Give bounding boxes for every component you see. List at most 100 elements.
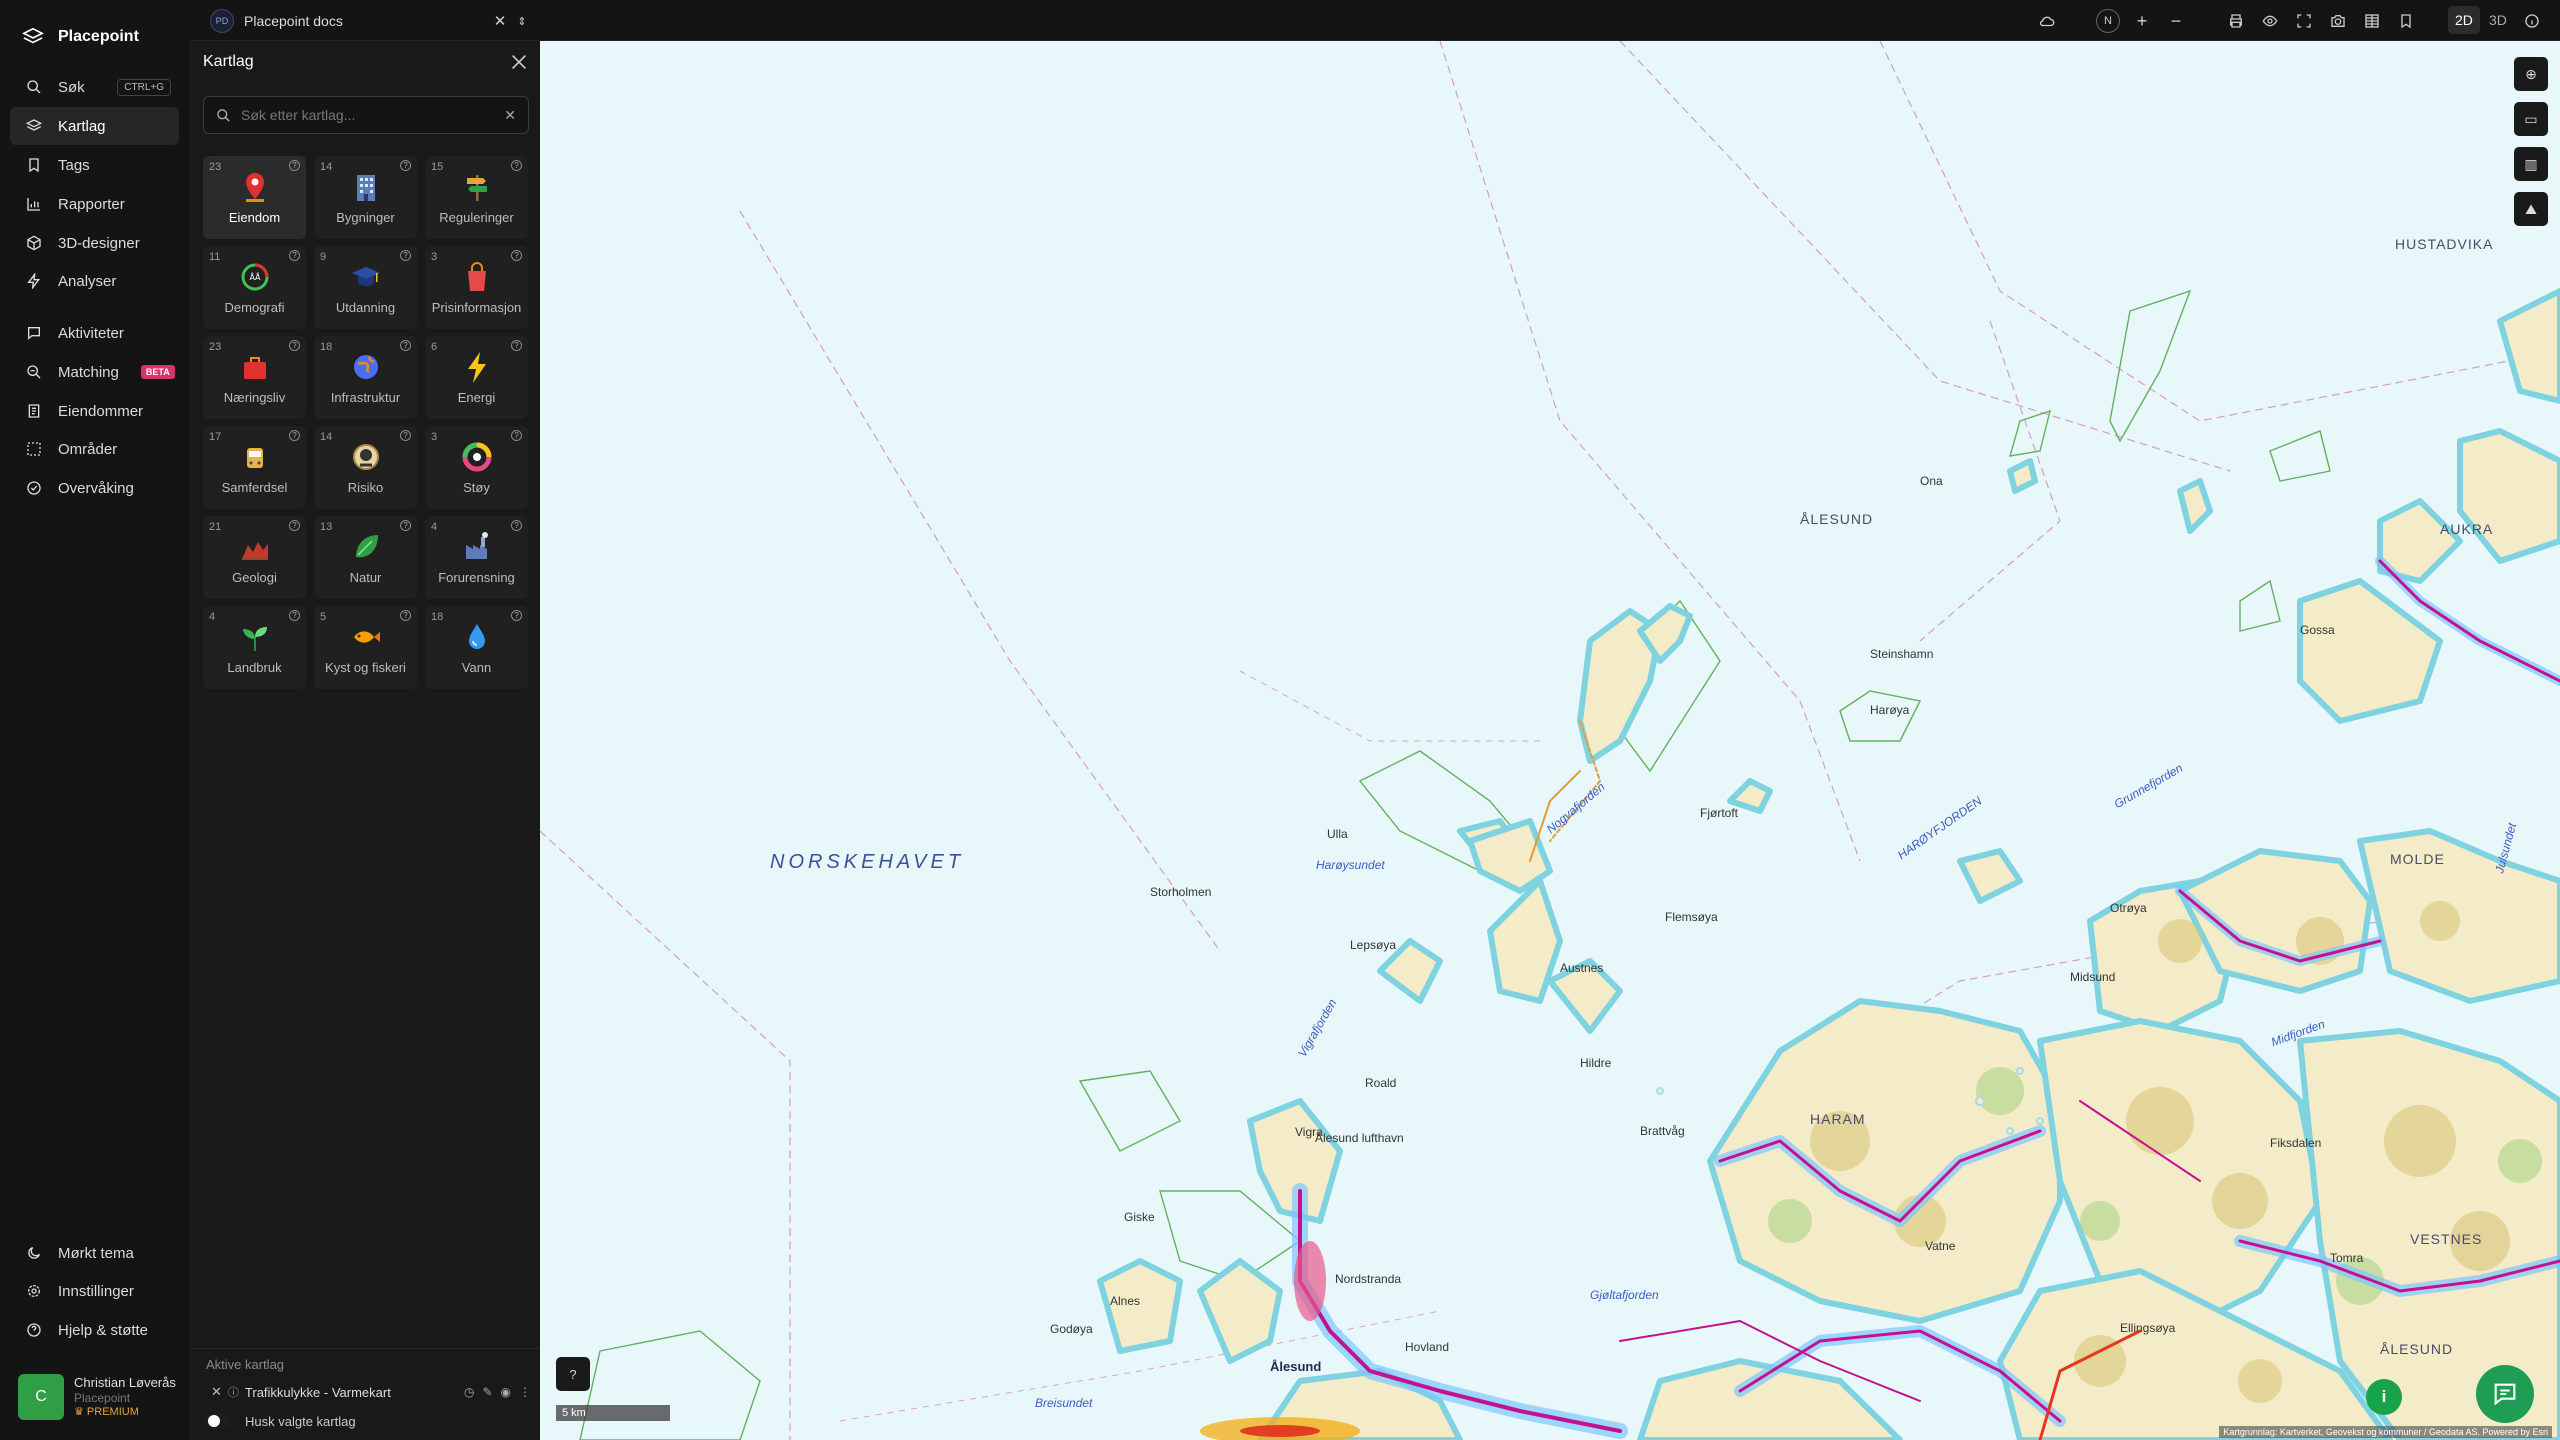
nav-item-kartlag[interactable]: Kartlag bbox=[10, 107, 179, 145]
info-icon[interactable]: ? bbox=[289, 520, 300, 531]
info-icon[interactable]: ? bbox=[511, 340, 522, 351]
chevron-updown-icon[interactable]: ⇕ bbox=[510, 9, 534, 33]
layer-category-risiko[interactable]: 14? Risiko bbox=[314, 426, 417, 509]
user-profile[interactable]: C Christian Løverås Placepoint ♛ PREMIUM bbox=[18, 1372, 183, 1422]
panel-title: Kartlag bbox=[203, 53, 254, 70]
clear-search-icon[interactable]: ✕ bbox=[504, 107, 516, 124]
nav-item-settings[interactable]: Innstillinger bbox=[10, 1272, 179, 1310]
bookmark-icon[interactable] bbox=[2394, 9, 2418, 33]
clock-icon[interactable]: ◷ bbox=[464, 1385, 474, 1399]
info-icon[interactable]: ? bbox=[289, 160, 300, 171]
map-canvas[interactable] bbox=[540, 41, 2560, 1440]
measure-icon[interactable]: ▭ bbox=[2514, 102, 2548, 136]
map-info-button[interactable]: i bbox=[2366, 1379, 2402, 1415]
grid-icon[interactable] bbox=[2360, 9, 2384, 33]
nav-item-matching[interactable]: Matching BETA bbox=[10, 353, 179, 391]
layer-category-støy[interactable]: 3? Støy bbox=[425, 426, 528, 509]
map-label: Fiksdalen bbox=[2270, 1136, 2322, 1150]
remember-layers-toggle[interactable] bbox=[205, 1413, 231, 1429]
layer-search-input[interactable] bbox=[241, 107, 495, 123]
layer-category-demografi[interactable]: 11? ÅÅ Demografi bbox=[203, 246, 306, 329]
legend-help-icon[interactable]: ? bbox=[556, 1357, 590, 1391]
layer-category-kyst-og-fiskeri[interactable]: 5? Kyst og fiskeri bbox=[314, 606, 417, 689]
nav-item-3d-designer[interactable]: 3D-designer bbox=[10, 224, 179, 262]
info-icon[interactable]: ? bbox=[400, 160, 411, 171]
layer-count: 15 bbox=[431, 161, 444, 173]
info-icon[interactable]: ? bbox=[289, 610, 300, 621]
info-icon[interactable]: ? bbox=[511, 610, 522, 621]
nav-item-search[interactable]: Søk CTRL+G bbox=[10, 68, 179, 106]
info-icon[interactable]: ? bbox=[400, 430, 411, 441]
map-label: NORSKEHAVET bbox=[770, 851, 965, 873]
layer-search[interactable]: ✕ bbox=[203, 96, 529, 134]
layer-category-vann[interactable]: 18? Vann bbox=[425, 606, 528, 689]
sprout-icon bbox=[242, 627, 267, 651]
nav-item-overvaking[interactable]: Overvåking bbox=[10, 469, 179, 507]
nav-item-analyser[interactable]: Analyser bbox=[10, 262, 179, 300]
layer-category-infrastruktur[interactable]: 18? Infrastruktur bbox=[314, 336, 417, 419]
nav-item-rapporter[interactable]: Rapporter bbox=[10, 185, 179, 223]
layer-category-geologi[interactable]: 21? Geologi bbox=[203, 516, 306, 599]
visibility-icon[interactable]: ◉ bbox=[501, 1385, 511, 1399]
info-icon[interactable]: ? bbox=[511, 250, 522, 261]
layer-category-bygninger[interactable]: 14? Bygninger bbox=[314, 156, 417, 239]
chat-support-button[interactable] bbox=[2476, 1365, 2534, 1423]
info-icon[interactable]: ? bbox=[289, 430, 300, 441]
layer-category-forurensning[interactable]: 4? Forurensning bbox=[425, 516, 528, 599]
weather-icon[interactable] bbox=[2035, 9, 2059, 33]
print-icon[interactable] bbox=[2224, 9, 2248, 33]
info-icon[interactable]: ? bbox=[400, 250, 411, 261]
info-icon[interactable]: ? bbox=[289, 250, 300, 261]
nav-label: Overvåking bbox=[58, 479, 134, 497]
fullscreen-icon[interactable] bbox=[2292, 9, 2316, 33]
area-select-icon bbox=[27, 442, 41, 456]
info-icon[interactable]: ? bbox=[289, 340, 300, 351]
layer-category-reguleringer[interactable]: 15? Reguleringer bbox=[425, 156, 528, 239]
active-layer-name: Trafikkulykke - Varmekart bbox=[244, 1384, 391, 1400]
info-icon[interactable]: ? bbox=[511, 160, 522, 171]
more-options-icon[interactable]: ⋮ bbox=[519, 1385, 531, 1399]
close-document-icon[interactable]: ✕ bbox=[488, 9, 512, 33]
info-icon[interactable]: ? bbox=[400, 610, 411, 621]
eye-icon[interactable] bbox=[2258, 9, 2282, 33]
layer-category-utdanning[interactable]: 9? Utdanning bbox=[314, 246, 417, 329]
nav-item-dark-theme[interactable]: Mørkt tema bbox=[10, 1234, 179, 1272]
zoom-in-icon[interactable]: + bbox=[2130, 9, 2154, 33]
map-view[interactable]: NORSKEHAVET ÅLESUND AUKRA HUSTADVIKA HARAM MO… bbox=[540, 41, 2560, 1440]
zoom-out-icon[interactable]: − bbox=[2164, 9, 2188, 33]
layer-category-landbruk[interactable]: 4? Landbruk bbox=[203, 606, 306, 689]
mode-2d-button[interactable]: 2D bbox=[2448, 6, 2480, 34]
edit-icon[interactable]: ✎ bbox=[482, 1385, 492, 1399]
remember-layers-toggle-row[interactable]: Husk valgte kartlag bbox=[205, 1413, 356, 1429]
info-icon[interactable]: ⓘ bbox=[228, 1384, 239, 1400]
info-icon[interactable]: ? bbox=[400, 340, 411, 351]
layer-category-samferdsel[interactable]: 17? Samferdsel bbox=[203, 426, 306, 509]
info-icon[interactable]: ? bbox=[511, 520, 522, 531]
nav-item-eiendommer[interactable]: Eiendommer bbox=[10, 392, 179, 430]
info-icon[interactable]: ? bbox=[400, 520, 411, 531]
basemap-icon[interactable]: ⊕ bbox=[2514, 57, 2548, 91]
layer-category-eiendom[interactable]: 23? Eiendom bbox=[203, 156, 306, 239]
chart-icon[interactable]: ▥ bbox=[2514, 147, 2548, 181]
mode-3d-button[interactable]: 3D bbox=[2482, 6, 2514, 34]
compass-icon[interactable]: N bbox=[2096, 9, 2120, 33]
nav-item-omrader[interactable]: Områder bbox=[10, 430, 179, 468]
layer-category-næringsliv[interactable]: 23? Næringsliv bbox=[203, 336, 306, 419]
logo[interactable]: Placepoint bbox=[22, 22, 139, 52]
terrain-profile-icon[interactable]: ⛰ bbox=[2514, 192, 2548, 226]
nav-item-tags[interactable]: Tags bbox=[10, 146, 179, 184]
camera-icon[interactable] bbox=[2326, 9, 2350, 33]
info-icon[interactable]: ? bbox=[511, 430, 522, 441]
active-layer-row[interactable]: ✕ ⓘ Trafikkulykke - Varmekart ◷ ✎ ◉ ⋮ bbox=[211, 1381, 531, 1403]
factory-icon bbox=[465, 532, 488, 559]
nav-item-help[interactable]: Hjelp & støtte bbox=[10, 1311, 179, 1349]
info-icon[interactable] bbox=[2520, 9, 2544, 33]
layer-category-prisinformasjon[interactable]: 3? Prisinformasjon bbox=[425, 246, 528, 329]
layer-category-natur[interactable]: 13? Natur bbox=[314, 516, 417, 599]
close-panel-icon[interactable] bbox=[508, 51, 530, 73]
document-tab[interactable]: PD Placepoint docs bbox=[210, 8, 343, 34]
map-label: ÅLESUND bbox=[2380, 1341, 2454, 1357]
nav-item-aktiviteter[interactable]: Aktiviteter bbox=[10, 314, 179, 352]
layer-category-energi[interactable]: 6? Energi bbox=[425, 336, 528, 419]
remove-layer-icon[interactable]: ✕ bbox=[211, 1384, 222, 1400]
